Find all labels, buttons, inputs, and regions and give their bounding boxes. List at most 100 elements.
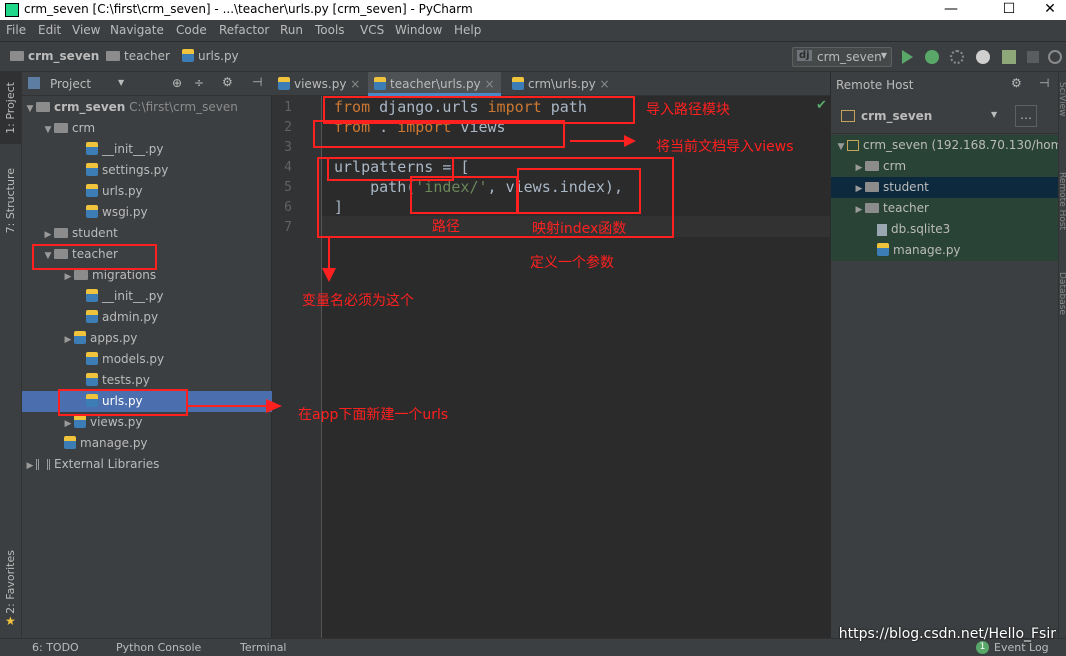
title-bar: crm_seven [C:\first\crm_seven] - ...\tea… bbox=[0, 0, 1066, 20]
menu-tools[interactable]: Tools bbox=[315, 23, 345, 37]
gear-icon[interactable]: ⚙ bbox=[1011, 76, 1022, 90]
python-console-button[interactable]: Python Console bbox=[116, 641, 201, 654]
target-icon[interactable]: ⊕ bbox=[172, 76, 182, 90]
menu-refactor[interactable]: Refactor bbox=[219, 23, 269, 37]
tree-item-teacher-init[interactable]: __init__.py bbox=[22, 286, 272, 307]
tree-item-admin[interactable]: admin.py bbox=[22, 307, 272, 328]
server-selector[interactable]: crm_seven ▼ … bbox=[831, 100, 1059, 134]
run-config-select[interactable]: dj crm_seven ▼ bbox=[792, 47, 892, 67]
menu-code[interactable]: Code bbox=[176, 23, 207, 37]
remote-host-tool-button[interactable]: Remote Host bbox=[1057, 172, 1066, 230]
remote-tree-manage[interactable]: manage.py bbox=[831, 240, 1059, 261]
close-icon[interactable]: × bbox=[600, 77, 610, 91]
remote-tree-root[interactable]: ▼ crm_seven (192.168.70.130/hom bbox=[831, 135, 1062, 156]
tree-item-student[interactable]: ▶ student bbox=[22, 223, 272, 244]
annotation-var-name: 变量名必须为这个 bbox=[302, 293, 414, 309]
sciview-tool-button[interactable]: SciView bbox=[1057, 82, 1066, 117]
tree-item-settings[interactable]: settings.py bbox=[22, 160, 272, 181]
tree-item-crm-urls[interactable]: urls.py bbox=[22, 181, 272, 202]
close-button[interactable]: ✕ bbox=[1034, 0, 1066, 20]
line-number: 4 bbox=[284, 160, 292, 175]
maximize-button[interactable]: ☐ bbox=[986, 0, 1032, 20]
folder-icon bbox=[54, 227, 68, 238]
menu-view[interactable]: View bbox=[72, 23, 100, 37]
project-tool-button[interactable]: 1: Project bbox=[4, 82, 17, 134]
folder-icon bbox=[54, 122, 68, 133]
pycharm-icon bbox=[5, 3, 19, 17]
more-button[interactable]: … bbox=[1015, 105, 1037, 127]
tree-item-manage[interactable]: manage.py bbox=[22, 433, 272, 454]
tree-item-apps[interactable]: ▶ apps.py bbox=[22, 328, 272, 349]
line-number: 3 bbox=[284, 140, 292, 155]
annotation-import-path: 导入路径模块 bbox=[646, 102, 730, 118]
remote-tree-crm[interactable]: ▶ crm bbox=[831, 156, 1059, 177]
python-file-icon bbox=[74, 415, 86, 428]
search-icon[interactable] bbox=[1048, 50, 1062, 64]
remote-tree-db[interactable]: db.sqlite3 bbox=[831, 219, 1059, 240]
run-icon[interactable] bbox=[902, 50, 913, 64]
tab-crm-urls[interactable]: crm\urls.py × bbox=[506, 72, 616, 96]
python-file-icon bbox=[86, 373, 98, 386]
expand-arrow-icon: ▶ bbox=[855, 205, 863, 215]
debug-icon[interactable] bbox=[925, 50, 939, 64]
expand-arrow-icon: ▶ bbox=[64, 335, 72, 345]
minimize-button[interactable]: — bbox=[928, 0, 974, 20]
close-icon[interactable]: × bbox=[350, 77, 360, 91]
stop-icon[interactable] bbox=[1027, 51, 1039, 63]
terminal-button[interactable]: Terminal bbox=[240, 641, 287, 654]
tree-item-root[interactable]: ▼ crm_seven C:\first\crm_seven bbox=[22, 97, 272, 118]
remote-tree-student[interactable]: ▶ student bbox=[831, 177, 1059, 198]
menu-navigate[interactable]: Navigate bbox=[110, 23, 164, 37]
tree-item-wsgi[interactable]: wsgi.py bbox=[22, 202, 272, 223]
profile-icon[interactable] bbox=[976, 50, 990, 64]
annotation-path: 路径 bbox=[432, 219, 460, 235]
event-log-button[interactable]: Event Log bbox=[994, 641, 1049, 654]
line-number: 6 bbox=[284, 200, 292, 215]
menu-edit[interactable]: Edit bbox=[38, 23, 61, 37]
python-file-icon bbox=[86, 289, 98, 302]
todo-tool-button[interactable]: 6: TODO bbox=[32, 641, 79, 654]
python-file-icon bbox=[182, 49, 194, 62]
database-tool-button[interactable]: Database bbox=[1057, 272, 1066, 315]
menu-bar: File Edit View Navigate Code Refactor Ru… bbox=[0, 20, 1066, 42]
line-number: 7 bbox=[284, 220, 292, 235]
menu-window[interactable]: Window bbox=[395, 23, 442, 37]
annotation-new-urls: 在app下面新建一个urls bbox=[298, 407, 449, 423]
menu-file[interactable]: File bbox=[6, 23, 26, 37]
tab-teacher-urls[interactable]: teacher\urls.py × bbox=[368, 72, 501, 96]
expand-arrow-icon: ▶ bbox=[44, 230, 52, 240]
coverage-icon[interactable] bbox=[950, 50, 964, 64]
close-icon[interactable]: × bbox=[485, 77, 495, 91]
breadcrumb-file[interactable]: urls.py bbox=[182, 49, 239, 63]
annotation-box-views-index bbox=[517, 168, 641, 214]
breadcrumb-project[interactable]: crm_seven bbox=[10, 49, 99, 63]
structure-tool-button[interactable]: 7: Structure bbox=[4, 168, 17, 233]
server-icon bbox=[847, 140, 859, 151]
folder-icon bbox=[865, 181, 879, 192]
line-number: 5 bbox=[284, 180, 292, 195]
gear-icon[interactable]: ⚙ bbox=[222, 75, 233, 89]
breadcrumb-teacher[interactable]: teacher bbox=[106, 49, 170, 63]
remote-tree-teacher[interactable]: ▶ teacher bbox=[831, 198, 1059, 219]
project-view-select[interactable]: Project bbox=[50, 77, 91, 91]
tab-views[interactable]: views.py × bbox=[272, 72, 366, 96]
menu-help[interactable]: Help bbox=[454, 23, 481, 37]
menu-run[interactable]: Run bbox=[280, 23, 303, 37]
chevron-down-icon[interactable]: ▼ bbox=[118, 78, 124, 87]
chevron-down-icon[interactable]: ▼ bbox=[991, 110, 997, 119]
expand-arrow-icon: ▶ bbox=[26, 461, 34, 471]
hide-icon[interactable]: ⊣ bbox=[1039, 76, 1049, 90]
favorites-tool-button[interactable]: 2: Favorites bbox=[4, 550, 17, 614]
menu-vcs[interactable]: VCS bbox=[360, 23, 384, 37]
hide-icon[interactable]: ⊣ bbox=[252, 75, 262, 89]
tree-item-crm[interactable]: ▼ crm bbox=[22, 118, 272, 139]
tree-item-models[interactable]: models.py bbox=[22, 349, 272, 370]
tree-item-external-libraries[interactable]: ▶ External Libraries bbox=[22, 454, 272, 475]
tree-item-crm-init[interactable]: __init__.py bbox=[22, 139, 272, 160]
python-file-icon bbox=[74, 331, 86, 344]
python-file-icon bbox=[278, 77, 290, 90]
editor-tabs: views.py × teacher\urls.py × crm\urls.py… bbox=[272, 72, 830, 96]
concurrency-icon[interactable] bbox=[1002, 50, 1016, 64]
tree-item-tests[interactable]: tests.py bbox=[22, 370, 272, 391]
collapse-icon[interactable]: ÷ bbox=[194, 76, 204, 90]
